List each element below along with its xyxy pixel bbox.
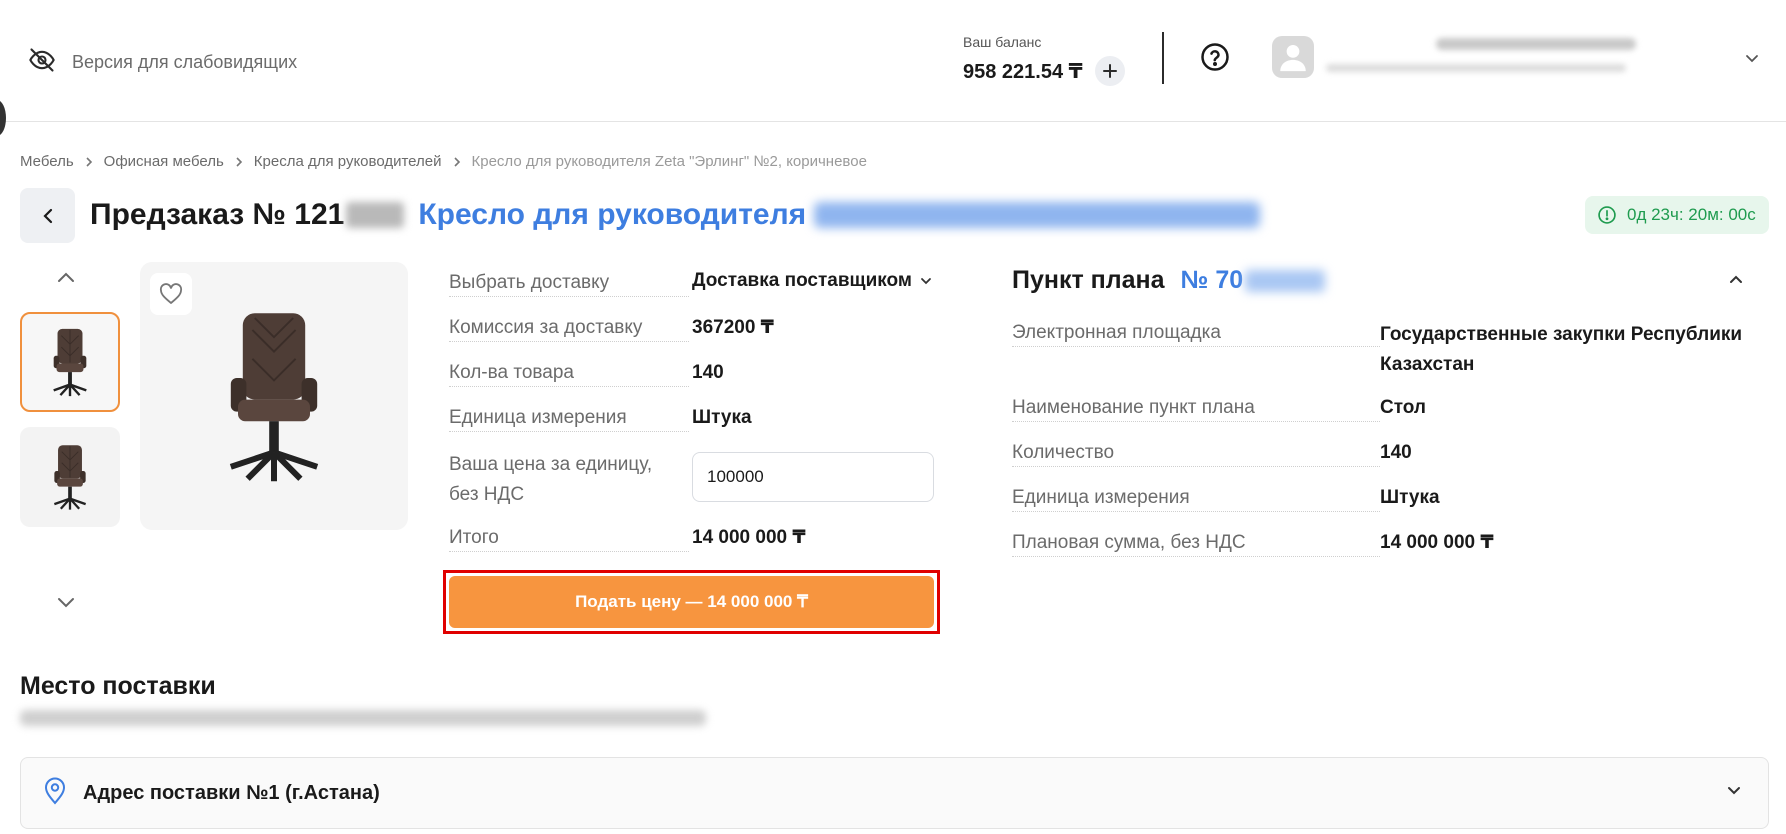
- delivery-select-value: Доставка поставщиком: [692, 270, 912, 291]
- plan-quantity-row: Количество: [1012, 440, 1380, 467]
- plan-name-row: Наименование пункт плана: [1012, 395, 1380, 422]
- price-label-line-2: без НДС: [449, 484, 525, 505]
- top-up-balance-button[interactable]: [1094, 56, 1125, 86]
- chevron-right-icon: [84, 156, 94, 168]
- gallery-prev-button[interactable]: [56, 270, 76, 289]
- user-menu-toggle[interactable]: [1744, 50, 1760, 71]
- gallery-thumbnail-2[interactable]: [20, 427, 120, 527]
- unit-price-input[interactable]: [692, 452, 934, 502]
- breadcrumb-item-furniture[interactable]: Мебель: [20, 153, 74, 170]
- map-pin-icon: [43, 777, 67, 810]
- product-title-redacted: [814, 202, 1261, 228]
- plan-point-number-redacted: [1245, 269, 1326, 292]
- chair-image: [53, 445, 87, 510]
- breadcrumb-item-office-furniture[interactable]: Офисная мебель: [104, 153, 224, 170]
- quantity-row: Кол-ва товара: [449, 360, 689, 387]
- balance-value: 958 221.54 ₸: [963, 60, 1083, 83]
- chevron-down-icon: [58, 598, 74, 608]
- commission-label: Комиссия за доставку: [449, 315, 689, 342]
- breadcrumb-item-current: Кресло для руководителя Zeta "Эрлинг" №2…: [471, 153, 867, 170]
- heart-icon: [159, 283, 183, 304]
- plan-quantity-label: Количество: [1012, 440, 1380, 467]
- plan-point-number-link[interactable]: № 70: [1181, 266, 1244, 295]
- balance-caption: Ваш баланс: [963, 34, 1042, 50]
- delivery-address-accordion[interactable]: Адрес поставки №1 (г.Астана): [20, 757, 1769, 829]
- header-divider: [1162, 32, 1164, 84]
- gallery-thumbnail-1[interactable]: [20, 312, 120, 412]
- chevron-up-icon: [1730, 275, 1742, 283]
- price-label-line-1: Ваша цена за единицу,: [449, 454, 653, 475]
- plan-sum-value: 14 000 000 ₸: [1380, 532, 1494, 553]
- plan-point-collapse-button[interactable]: [1728, 272, 1744, 290]
- preorder-number-redacted: [346, 202, 405, 228]
- platform-value-line-1: Государственные закупки Республики: [1380, 324, 1743, 345]
- plan-sum-label: Плановая сумма, без НДС: [1012, 530, 1380, 557]
- gallery-next-button[interactable]: [56, 596, 76, 615]
- delivery-label: Выбрать доставку: [449, 270, 689, 297]
- platform-row: Электронная площадка: [1012, 320, 1380, 347]
- chevron-down-icon: [921, 278, 931, 285]
- eye-off-icon: [28, 46, 56, 79]
- back-button[interactable]: [20, 188, 75, 243]
- help-button[interactable]: [1200, 42, 1230, 77]
- quantity-label: Кол-ва товара: [449, 360, 689, 387]
- chevron-left-icon: [42, 208, 52, 223]
- platform-label: Электронная площадка: [1012, 320, 1380, 347]
- platform-value: Государственные закупки Республики Казах…: [1380, 320, 1742, 380]
- chair-image: [53, 328, 87, 397]
- question-icon: [1201, 43, 1229, 71]
- plan-point-heading: Пункт плана: [1012, 266, 1165, 294]
- breadcrumb: Мебель Офисная мебель Кресла для руковод…: [20, 153, 867, 170]
- plan-unit-label: Единица измерения: [1012, 485, 1380, 512]
- chevron-down-icon: [1746, 55, 1758, 63]
- plan-name-label: Наименование пункт плана: [1012, 395, 1380, 422]
- user-icon: [1280, 44, 1306, 72]
- delivery-row: Выбрать доставку: [449, 270, 689, 297]
- accessibility-version-label: Версия для слабовидящих: [72, 52, 298, 72]
- delivery-place-heading: Место поставки: [20, 672, 216, 700]
- accessibility-version-link[interactable]: Версия для слабовидящих: [28, 46, 297, 79]
- breadcrumb-item-executive-chairs[interactable]: Кресла для руководителей: [254, 153, 442, 170]
- submit-price-button[interactable]: Подать цену — 14 000 000 ₸: [449, 576, 934, 628]
- delivery-address-label: Адрес поставки №1 (г.Астана): [83, 781, 380, 804]
- avatar[interactable]: [1272, 36, 1314, 78]
- chair-image: [229, 313, 319, 482]
- commission-row: Комиссия за доставку: [449, 315, 689, 342]
- chevron-right-icon: [452, 156, 462, 168]
- user-info-redacted: [1326, 38, 1636, 82]
- chevron-right-icon: [234, 156, 244, 168]
- plan-unit-row: Единица измерения: [1012, 485, 1380, 512]
- balance-block: Ваш баланс 958 221.54 ₸: [963, 34, 1125, 86]
- total-value: 14 000 000 ₸: [692, 527, 806, 548]
- plan-quantity-value: 140: [1380, 442, 1412, 463]
- plan-point-title: Пункт плана № 70: [1012, 266, 1326, 295]
- plan-unit-value: Штука: [1380, 487, 1440, 508]
- plan-name-value: Стол: [1380, 397, 1426, 418]
- plus-icon: [1102, 64, 1117, 78]
- quantity-value: 140: [692, 362, 724, 383]
- legal-address-redacted: [20, 710, 706, 726]
- price-label: Ваша цена за единицу, без НДС: [449, 450, 679, 510]
- chevron-up-icon: [58, 272, 74, 282]
- total-row: Итого: [449, 525, 689, 552]
- preorder-number: Предзаказ № 121: [90, 198, 345, 231]
- top-header: Версия для слабовидящих Ваш баланс 958 2…: [0, 0, 1786, 122]
- platform-value-line-2: Казахстан: [1380, 354, 1475, 375]
- unit-value: Штука: [692, 407, 752, 428]
- total-label: Итого: [449, 525, 689, 552]
- page-title: Предзаказ № 121 Кресло для руководителя: [90, 198, 1261, 232]
- product-title-link[interactable]: Кресло для руководителя: [418, 198, 806, 232]
- countdown-value: 0д 23ч: 20м: 00с: [1627, 205, 1756, 224]
- chevron-down-icon: [1726, 784, 1742, 802]
- commission-value: 367200 ₸: [692, 317, 774, 338]
- countdown-timer: 0д 23ч: 20м: 00с: [1585, 196, 1769, 234]
- plan-sum-row: Плановая сумма, без НДС: [1012, 530, 1380, 557]
- unit-row: Единица измерения: [449, 405, 689, 432]
- unit-label: Единица измерения: [449, 405, 689, 432]
- favorite-button[interactable]: [150, 273, 192, 315]
- alert-circle-icon: [1598, 206, 1616, 224]
- delivery-select[interactable]: Доставка поставщиком: [692, 270, 932, 292]
